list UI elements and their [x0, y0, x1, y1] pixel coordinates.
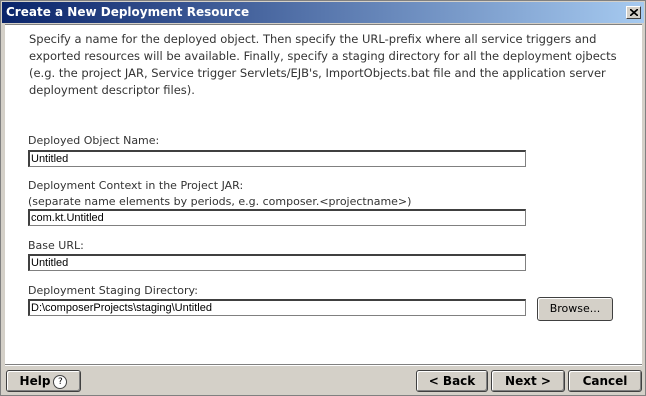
help-button[interactable]: Help?: [6, 370, 81, 392]
deployment-context-label: Deployment Context in the Project JAR:: [28, 179, 244, 192]
back-button[interactable]: < Back: [416, 370, 488, 392]
deployment-resource-dialog: Create a New Deployment Resource Specify…: [0, 0, 646, 396]
help-button-label: Help: [19, 374, 51, 388]
close-icon: [630, 9, 638, 16]
cancel-button[interactable]: Cancel: [568, 370, 642, 392]
browse-button[interactable]: Browse...: [537, 297, 613, 321]
help-icon: ?: [53, 374, 68, 389]
deployment-context-hint: (separate name elements by periods, e.g.…: [28, 195, 412, 208]
staging-directory-label: Deployment Staging Directory:: [28, 284, 198, 297]
window-title: Create a New Deployment Resource: [6, 5, 250, 19]
deployment-context-input[interactable]: com.kt.Untitled: [28, 209, 526, 226]
close-button[interactable]: [626, 6, 641, 19]
deployed-object-name-input[interactable]: Untitled: [28, 150, 526, 167]
base-url-label: Base URL:: [28, 239, 84, 252]
staging-directory-input[interactable]: D:\composerProjects\staging\Untitled: [28, 299, 526, 316]
instructions-text: Specify a name for the deployed object. …: [29, 32, 617, 97]
next-button[interactable]: Next >: [491, 370, 565, 392]
dialog-content: Specify a name for the deployed object. …: [5, 24, 642, 365]
base-url-input[interactable]: Untitled: [28, 254, 526, 271]
deployed-object-name-label: Deployed Object Name:: [28, 134, 160, 147]
button-bar-separator: [5, 364, 642, 366]
title-bar[interactable]: Create a New Deployment Resource: [2, 2, 644, 23]
